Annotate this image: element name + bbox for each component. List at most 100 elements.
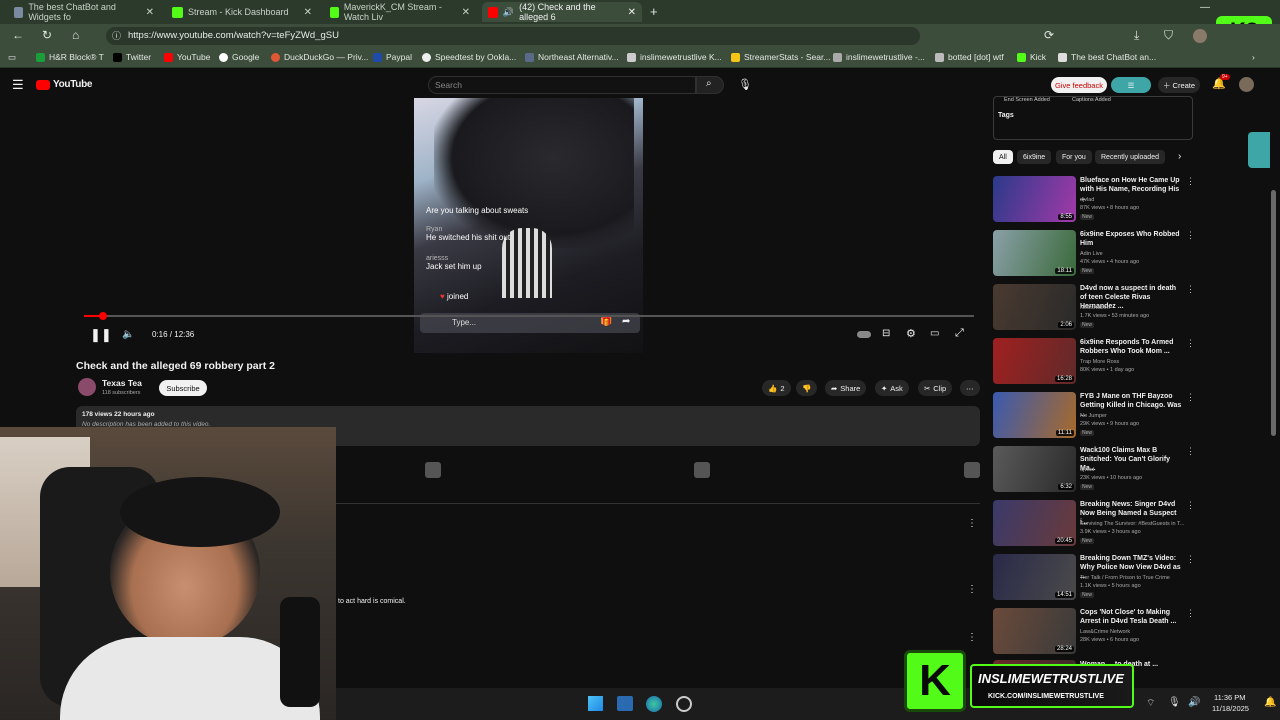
extensions-icon[interactable]: ⟳ bbox=[1044, 28, 1054, 42]
bookmark-streamerstats[interactable]: StreamerStats - Sear... bbox=[731, 52, 830, 62]
video-thumbnail[interactable]: 18:11 bbox=[993, 230, 1076, 276]
chip-recently-uploaded[interactable]: Recently uploaded bbox=[1095, 150, 1165, 164]
tab-youtube-video[interactable]: 🔊 (42) Check and the alleged 6 ✕ bbox=[482, 2, 642, 22]
mic-tray-icon[interactable]: 🎙 bbox=[1168, 697, 1181, 708]
comment-more-icon[interactable]: ⋮ bbox=[967, 518, 977, 529]
miniplayer-icon[interactable]: ▭ bbox=[930, 328, 939, 339]
create-button[interactable]: ＋ Create bbox=[1158, 77, 1200, 93]
bookmark-inslime[interactable]: inslimewetrustlive -... bbox=[833, 52, 925, 62]
give-feedback-button[interactable]: Give feedback bbox=[1051, 77, 1107, 93]
bookmark-duckduckgo[interactable]: DuckDuckGo — Priv... bbox=[271, 52, 368, 62]
recommendation-item[interactable]: 14:51 Breaking Down TMZ's Video: Why Poli… bbox=[993, 554, 1195, 604]
more-icon[interactable]: ⋮ bbox=[1186, 338, 1195, 349]
recommendation-title[interactable]: Blueface on How He Came Up with His Name… bbox=[1080, 176, 1184, 203]
close-icon[interactable]: ✕ bbox=[628, 7, 636, 18]
new-tab-button[interactable]: + bbox=[650, 4, 658, 19]
close-icon[interactable]: ✕ bbox=[146, 7, 154, 18]
bookmark-google[interactable]: Google bbox=[219, 52, 259, 62]
comment-more-icon[interactable]: ⋮ bbox=[967, 584, 977, 595]
recommendation-title[interactable]: Cops 'Not Close' to Making Arrest in D4v… bbox=[1080, 608, 1184, 626]
clock-date[interactable]: 11/18/2025 bbox=[1212, 704, 1249, 713]
recommendation-item[interactable]: 16:28 6ix9ine Responds To Armed Robbers W… bbox=[993, 338, 1195, 388]
chevron-right-icon[interactable]: › bbox=[1252, 52, 1255, 62]
url-bar[interactable]: ⓘ https://www.youtube.com/watch?v=teFyZW… bbox=[106, 27, 920, 45]
ask-button[interactable]: ✦ Ask bbox=[875, 380, 909, 396]
chip-6ix9ine[interactable]: 6ix9ine bbox=[1017, 150, 1052, 164]
more-icon[interactable]: ⋮ bbox=[1186, 176, 1195, 187]
recommendation-item[interactable]: 20:45 Breaking News: Singer D4vd Now Bein… bbox=[993, 500, 1195, 550]
wifi-icon[interactable]: ⌔ bbox=[1146, 697, 1155, 710]
more-icon[interactable]: ⋮ bbox=[1186, 284, 1195, 295]
video-thumbnail[interactable]: 11:11 bbox=[993, 392, 1076, 438]
download-icon[interactable]: ⤓ bbox=[1134, 28, 1139, 43]
start-icon[interactable] bbox=[588, 696, 603, 711]
recommendation-title[interactable]: 6ix9ine Exposes Who Robbed Him bbox=[1080, 230, 1184, 248]
progress-track[interactable] bbox=[84, 315, 974, 317]
share-arrow-icon[interactable]: ➦ bbox=[622, 316, 630, 327]
volume-icon[interactable]: 🔈 bbox=[122, 329, 134, 340]
video-thumbnail[interactable]: 28:24 bbox=[993, 608, 1076, 654]
recommendation-item[interactable]: 8:55 Blueface on How He Came Up with His … bbox=[993, 176, 1195, 226]
gift-icon[interactable]: 🎁 bbox=[600, 316, 612, 327]
bookmark-northeast[interactable]: Northeast Alternativ... bbox=[525, 52, 619, 62]
clock-time[interactable]: 11:36 PM bbox=[1214, 693, 1246, 702]
autoplay-toggle[interactable] bbox=[857, 331, 871, 338]
minimize-icon[interactable]: — bbox=[1200, 2, 1210, 13]
site-info-icon[interactable]: ⓘ bbox=[112, 29, 121, 42]
side-extension-button[interactable] bbox=[1248, 132, 1270, 168]
video-thumbnail[interactable]: 14:51 bbox=[993, 554, 1076, 600]
profile-avatar[interactable] bbox=[1193, 29, 1207, 43]
bookmark-chatbot[interactable]: The best ChatBot an... bbox=[1058, 52, 1156, 62]
recommendation-item[interactable]: 6:32 Wack100 Claims Max B Snitched: You C… bbox=[993, 446, 1195, 496]
video-thumbnail[interactable]: 8:55 bbox=[993, 176, 1076, 222]
more-icon[interactable]: ⋮ bbox=[1186, 500, 1195, 511]
sidebar-icon[interactable]: ▭ bbox=[8, 52, 16, 63]
chevron-right-icon[interactable]: › bbox=[1178, 151, 1181, 162]
video-thumbnail[interactable]: 20:45 bbox=[993, 500, 1076, 546]
channel-avatar[interactable] bbox=[78, 378, 96, 396]
recommendation-title[interactable]: 6ix9ine Responds To Armed Robbers Who To… bbox=[1080, 338, 1184, 356]
captions-icon[interactable]: ⊟ bbox=[882, 328, 890, 339]
extension-button[interactable]: ☰ bbox=[1111, 77, 1151, 93]
bookmark-youtube[interactable]: YouTube bbox=[164, 52, 210, 62]
tab-kick-stream[interactable]: MaverickK_CM Stream - Watch Liv ✕ bbox=[324, 2, 476, 22]
share-button[interactable]: ➦ Share bbox=[825, 380, 867, 396]
recommendation-title[interactable]: Wack100 Claims Max B Snitched: You Can't… bbox=[1080, 446, 1184, 473]
bookmark-kick[interactable]: Kick bbox=[1017, 52, 1046, 62]
chip-all[interactable]: All bbox=[993, 150, 1013, 164]
more-icon[interactable]: ⋮ bbox=[1186, 554, 1195, 565]
menu-icon[interactable]: ☰ bbox=[12, 77, 24, 93]
chat-input[interactable]: Type... bbox=[452, 318, 476, 327]
channel-name[interactable]: Texas Tea bbox=[102, 378, 142, 388]
search-input[interactable]: Search bbox=[428, 76, 696, 94]
edge-browser-icon[interactable] bbox=[646, 696, 662, 712]
bookmark-botted[interactable]: botted [dot] wtf bbox=[935, 52, 1004, 62]
scrollbar[interactable] bbox=[1271, 190, 1276, 436]
video-thumbnail[interactable]: 6:32 bbox=[993, 446, 1076, 492]
recommendation-item[interactable]: 18:11 6ix9ine Exposes Who Robbed Him Adin … bbox=[993, 230, 1195, 280]
video-thumbnail[interactable]: 16:28 bbox=[993, 338, 1076, 384]
search-button[interactable]: ⌕ bbox=[696, 76, 724, 94]
tab-chatbot[interactable]: The best ChatBot and Widgets fo ✕ bbox=[8, 2, 160, 22]
more-icon[interactable]: ⋮ bbox=[1186, 446, 1195, 457]
obs-icon[interactable] bbox=[676, 696, 692, 712]
mail-icon[interactable] bbox=[617, 696, 633, 711]
clip-button[interactable]: ✂ Clip bbox=[918, 380, 953, 396]
reload-icon[interactable]: ↻ bbox=[42, 28, 52, 42]
pause-icon[interactable]: ❚❚ bbox=[90, 327, 112, 343]
fullscreen-icon[interactable]: ⤢ bbox=[955, 327, 964, 340]
tab-kick-dashboard[interactable]: Stream - Kick Dashboard ✕ bbox=[166, 2, 318, 22]
recommendation-item[interactable]: 2:06 D4vd now a suspect in death of teen … bbox=[993, 284, 1195, 334]
recommendation-item[interactable]: 11:11 FYB J Mane on THF Bayzoo Getting Ki… bbox=[993, 392, 1195, 442]
scrubber-handle[interactable] bbox=[98, 312, 107, 320]
subscribe-button[interactable]: Subscribe bbox=[159, 380, 207, 396]
close-icon[interactable]: ✕ bbox=[462, 7, 470, 18]
bookmark-inslime-kick[interactable]: inslimewetrustlive K... bbox=[627, 52, 722, 62]
close-icon[interactable]: ✕ bbox=[304, 7, 312, 18]
home-icon[interactable]: ⌂ bbox=[72, 28, 79, 42]
bookmark-hr-block[interactable]: H&R Block® T bbox=[36, 52, 104, 62]
more-icon[interactable]: ⋮ bbox=[1186, 392, 1195, 403]
more-icon[interactable]: ⋮ bbox=[1186, 608, 1195, 619]
comment-more-icon[interactable]: ⋮ bbox=[967, 632, 977, 643]
like-button[interactable]: 👍 2 bbox=[762, 380, 791, 396]
